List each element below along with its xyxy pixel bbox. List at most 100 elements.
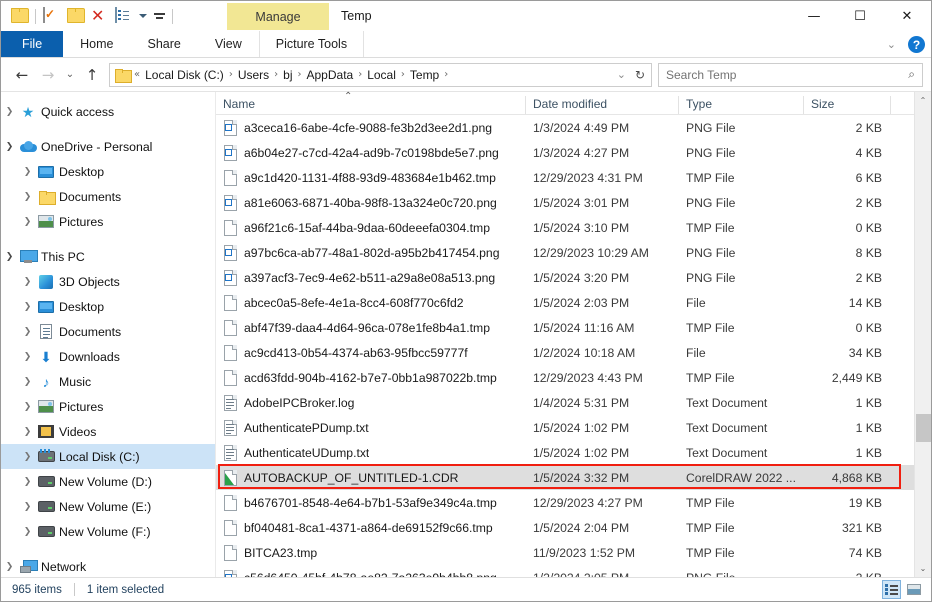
forward-button[interactable]: → bbox=[35, 62, 61, 88]
sidebar-item-local-disk-c[interactable]: ❯ Local Disk (C:) bbox=[1, 444, 215, 469]
file-name-cell[interactable]: abcec0a5-8efe-4e1a-8cc4-608f770c6fd2 bbox=[216, 294, 526, 311]
list-view-icon[interactable] bbox=[115, 6, 132, 25]
chevron-down-icon[interactable]: ❯ bbox=[1, 142, 18, 152]
column-header-type[interactable]: Type bbox=[679, 96, 804, 114]
chevron-right-icon[interactable]: ❯ bbox=[19, 402, 36, 412]
breadcrumb-item-temp[interactable]: Temp bbox=[406, 68, 443, 82]
chevron-right-icon[interactable]: ❯ bbox=[1, 107, 18, 117]
breadcrumb-bar[interactable]: « Local Disk (C:) › Users › bj › AppData… bbox=[109, 62, 652, 87]
tab-share[interactable]: Share bbox=[131, 31, 198, 57]
scroll-up-arrow-icon[interactable]: ⌃ bbox=[915, 92, 932, 109]
sidebar-item-onedrive-desktop[interactable]: ❯ Desktop bbox=[1, 159, 215, 184]
sidebar-item-new-volume-f[interactable]: ❯ New Volume (F:) bbox=[1, 519, 215, 544]
delete-icon[interactable]: ✕ bbox=[91, 7, 108, 25]
chevron-right-icon[interactable]: ❯ bbox=[1, 562, 18, 572]
breadcrumb-separator-icon[interactable]: › bbox=[443, 69, 449, 80]
chevron-right-icon[interactable]: ❯ bbox=[19, 352, 36, 362]
minimize-button[interactable]: — bbox=[791, 1, 837, 31]
file-name-cell[interactable]: BITCA23.tmp bbox=[216, 544, 526, 561]
chevron-right-icon[interactable]: ❯ bbox=[19, 377, 36, 387]
chevron-right-icon[interactable]: ❯ bbox=[19, 217, 36, 227]
file-name-cell[interactable]: a81e6063-6871-40ba-98f8-13a324e0c720.png bbox=[216, 194, 526, 211]
chevron-right-icon[interactable]: ❯ bbox=[19, 477, 36, 487]
sidebar-item-network[interactable]: ❯ Network bbox=[1, 554, 215, 577]
file-name-cell[interactable]: AdobeIPCBroker.log bbox=[216, 394, 526, 411]
sidebar-item-desktop[interactable]: ❯ Desktop bbox=[1, 294, 215, 319]
table-row[interactable]: BITCA23.tmp 11/9/2023 1:52 PM TMP File 74 K… bbox=[216, 540, 914, 565]
table-row[interactable]: acd63fdd-904b-4162-b7e7-0bb1a987022b.tmp… bbox=[216, 365, 914, 390]
file-name-cell[interactable]: abf47f39-daa4-4d64-96ca-078e1fe8b4a1.tmp bbox=[216, 319, 526, 336]
file-name-cell[interactable]: a9c1d420-1131-4f88-93d9-483684e1b462.tmp bbox=[216, 169, 526, 186]
properties-icon[interactable] bbox=[43, 6, 60, 25]
table-row[interactable]: abf47f39-daa4-4d64-96ca-078e1fe8b4a1.tmp… bbox=[216, 315, 914, 340]
table-row[interactable]: bf040481-8ca1-4371-a864-de69152f9c66.tmp… bbox=[216, 515, 914, 540]
table-row[interactable]: a97bc6ca-ab77-48a1-802d-a95b2b417454.png… bbox=[216, 240, 914, 265]
breadcrumb-item-bj[interactable]: bj bbox=[279, 68, 296, 82]
file-name-cell[interactable]: a397acf3-7ec9-4e62-b511-a29a8e08a513.png bbox=[216, 269, 526, 286]
table-row[interactable]: ac9cd413-0b54-4374-ab63-95fbcc59777f 1/2/… bbox=[216, 340, 914, 365]
table-row[interactable]: AuthenticatePDump.txt 1/5/2024 1:02 PM Tex… bbox=[216, 415, 914, 440]
recent-locations-button[interactable]: ⌄ bbox=[61, 62, 79, 88]
tab-home[interactable]: Home bbox=[63, 31, 130, 57]
file-name-cell[interactable]: AUTOBACKUP_OF_UNTITLED-1.CDR bbox=[216, 469, 526, 486]
sidebar-item-3d-objects[interactable]: ❯ 3D Objects bbox=[1, 269, 215, 294]
chevron-right-icon[interactable]: ❯ bbox=[19, 277, 36, 287]
customize-dropdown-icon[interactable] bbox=[154, 13, 165, 19]
table-row[interactable]: c56d6450-45bf-4b78-ae82-7a263e9b4bb8.png… bbox=[216, 565, 914, 577]
file-name-cell[interactable]: a3ceca16-6abe-4cfe-9088-fe3b2d3ee2d1.png bbox=[216, 119, 526, 136]
scrollbar-track[interactable] bbox=[915, 109, 932, 560]
breadcrumb-item-local[interactable]: Local bbox=[363, 68, 400, 82]
sidebar-item-new-volume-d[interactable]: ❯ New Volume (D:) bbox=[1, 469, 215, 494]
file-name-cell[interactable]: acd63fdd-904b-4162-b7e7-0bb1a987022b.tmp bbox=[216, 369, 526, 386]
tab-file[interactable]: File bbox=[1, 31, 64, 57]
file-name-cell[interactable]: AuthenticateUDump.txt bbox=[216, 444, 526, 461]
table-row[interactable]: AuthenticateUDump.txt 1/5/2024 1:02 PM Tex… bbox=[216, 440, 914, 465]
column-header-size[interactable]: Size bbox=[804, 96, 891, 114]
scroll-down-arrow-icon[interactable]: ⌄ bbox=[915, 560, 932, 577]
file-name-cell[interactable]: a6b04e27-c7cd-42a4-ad9b-7c0198bde5e7.png bbox=[216, 144, 526, 161]
file-name-cell[interactable]: a97bc6ca-ab77-48a1-802d-a95b2b417454.png bbox=[216, 244, 526, 261]
chevron-right-icon[interactable]: ❯ bbox=[19, 192, 36, 202]
refresh-icon[interactable]: ↻ bbox=[635, 68, 645, 82]
table-row[interactable]: a3ceca16-6abe-4cfe-9088-fe3b2d3ee2d1.png… bbox=[216, 115, 914, 140]
help-icon[interactable]: ? bbox=[908, 36, 925, 53]
table-row[interactable]: a81e6063-6871-40ba-98f8-13a324e0c720.png… bbox=[216, 190, 914, 215]
sidebar-item-videos[interactable]: ❯ Videos bbox=[1, 419, 215, 444]
table-row[interactable]: a6b04e27-c7cd-42a4-ad9b-7c0198bde5e7.png… bbox=[216, 140, 914, 165]
table-row[interactable]: b4676701-8548-4e64-b7b1-53af9e349c4a.tmp… bbox=[216, 490, 914, 515]
sidebar-item-onedrive-pictures[interactable]: ❯ Pictures bbox=[1, 209, 215, 234]
chevron-right-icon[interactable]: ❯ bbox=[19, 452, 36, 462]
sidebar-item-downloads[interactable]: ❯ ⬇ Downloads bbox=[1, 344, 215, 369]
search-input[interactable] bbox=[666, 67, 909, 82]
sidebar-item-onedrive-documents[interactable]: ❯ Documents bbox=[1, 184, 215, 209]
file-name-cell[interactable]: AuthenticatePDump.txt bbox=[216, 419, 526, 436]
chevron-down-icon[interactable]: ⌄ bbox=[887, 38, 896, 51]
chevron-right-icon[interactable]: ❯ bbox=[19, 302, 36, 312]
sidebar-item-documents[interactable]: ❯ Documents bbox=[1, 319, 215, 344]
file-name-cell[interactable]: bf040481-8ca1-4371-a864-de69152f9c66.tmp bbox=[216, 519, 526, 536]
search-icon[interactable]: ⌕ bbox=[908, 67, 915, 82]
sidebar-item-quick-access[interactable]: ❯ ★ Quick access bbox=[1, 99, 215, 124]
breadcrumb-item-appdata[interactable]: AppData bbox=[303, 68, 358, 82]
close-button[interactable]: ✕ bbox=[883, 1, 931, 31]
file-name-cell[interactable]: ac9cd413-0b54-4374-ab63-95fbcc59777f bbox=[216, 344, 526, 361]
chevron-right-icon[interactable]: ❯ bbox=[19, 502, 36, 512]
maximize-button[interactable]: ☐ bbox=[837, 1, 883, 31]
address-dropdown-icon[interactable]: ⌄ bbox=[617, 68, 626, 81]
chevron-right-icon[interactable]: ❯ bbox=[19, 427, 36, 437]
chevron-right-icon[interactable]: ❯ bbox=[19, 327, 36, 337]
breadcrumb-overflow[interactable]: « bbox=[133, 69, 141, 80]
sidebar-item-music[interactable]: ❯ ♪ Music bbox=[1, 369, 215, 394]
column-header-name[interactable]: Name bbox=[216, 96, 526, 114]
folder-icon[interactable] bbox=[11, 8, 28, 25]
file-name-cell[interactable]: a96f21c6-15af-44ba-9daa-60deeefa0304.tmp bbox=[216, 219, 526, 236]
sidebar-item-onedrive[interactable]: ❯ OneDrive - Personal bbox=[1, 134, 215, 159]
vertical-scrollbar[interactable]: ⌃ ⌄ bbox=[914, 92, 931, 577]
table-row[interactable]: a96f21c6-15af-44ba-9daa-60deeefa0304.tmp… bbox=[216, 215, 914, 240]
sidebar-item-this-pc[interactable]: ❯ This PC bbox=[1, 244, 215, 269]
table-row[interactable]: AUTOBACKUP_OF_UNTITLED-1.CDR 1/5/2024 3:3… bbox=[216, 465, 914, 490]
tab-view[interactable]: View bbox=[198, 31, 259, 57]
file-name-cell[interactable]: b4676701-8548-4e64-b7b1-53af9e349c4a.tmp bbox=[216, 494, 526, 511]
list-view-dropdown-icon[interactable] bbox=[139, 14, 147, 18]
large-icons-view-button[interactable] bbox=[904, 580, 923, 599]
